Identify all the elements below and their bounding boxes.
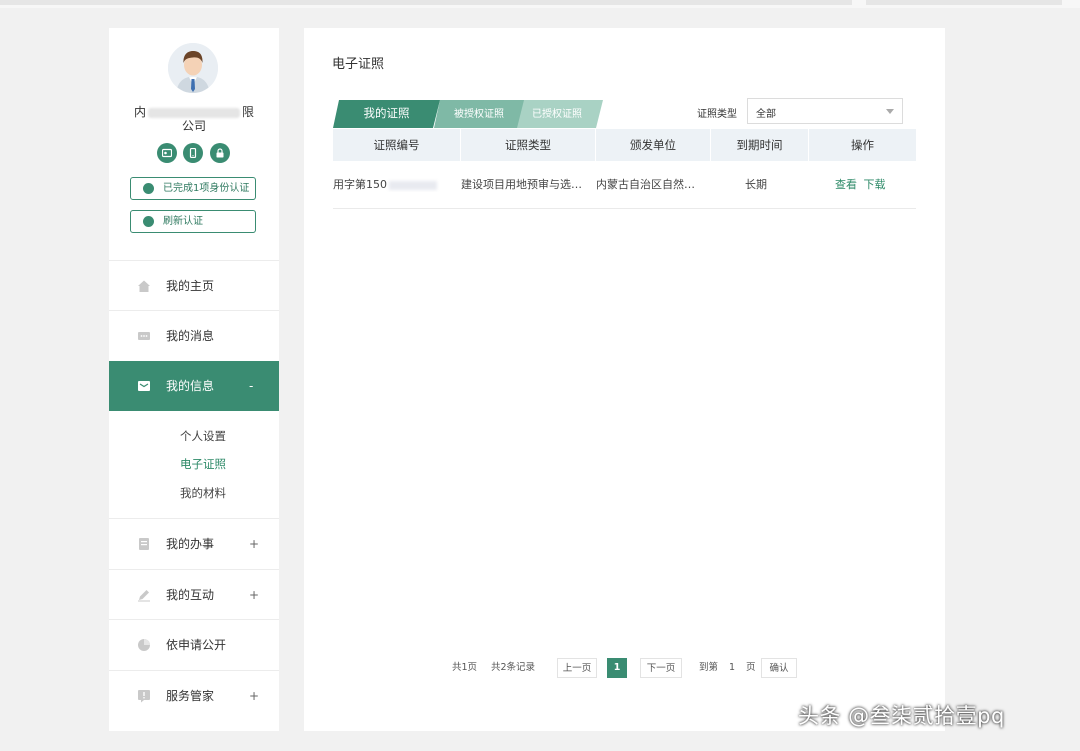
document-icon	[139, 538, 149, 550]
avatar[interactable]	[168, 43, 218, 93]
nav-item-label: 我的互动	[166, 588, 215, 602]
license-type-select[interactable]: 全部	[747, 98, 903, 124]
table-header: 证照编号 证照类型 颁发单位 到期时间 操作	[333, 129, 916, 161]
expand-toggle[interactable]: +	[249, 586, 259, 604]
id-card-icon[interactable]	[157, 143, 177, 163]
column-header: 颁发单位	[596, 129, 711, 161]
home-icon	[138, 280, 150, 292]
license-number: 用字第150	[333, 178, 387, 191]
page-title: 电子证照	[332, 57, 385, 72]
pen-icon	[138, 590, 150, 602]
refresh-verification-label: 刷新认证	[163, 216, 203, 227]
message-icon	[138, 332, 150, 340]
prev-page-button[interactable]: 上一页	[557, 658, 597, 678]
actions-cell: 查看 下载	[835, 176, 895, 192]
refresh-icon	[143, 216, 154, 227]
sub-item-personal-settings[interactable]: 个人设置	[180, 428, 226, 444]
nav-item-service-butler[interactable]: 服务管家 +	[109, 670, 279, 721]
nav-item-label: 服务管家	[166, 689, 215, 703]
nav-item-label: 依申请公开	[166, 638, 227, 652]
column-header: 操作	[851, 138, 874, 152]
identity-verified-button[interactable]: 已完成1项身份认证	[130, 177, 256, 200]
license-type-value: 全部	[756, 109, 776, 120]
identity-verified-label: 已完成1项身份认证	[163, 183, 250, 194]
main-panel: 电子证照 已授权证照 被授权证照 我的证照 证照类型 全部 证照编号 证照类型 …	[304, 28, 945, 731]
next-page-button[interactable]: 下一页	[640, 658, 682, 678]
company-name-line2: 公司	[181, 119, 206, 133]
collapse-toggle[interactable]: -	[249, 377, 253, 395]
nav-item-my-affairs[interactable]: 我的办事 +	[109, 518, 279, 569]
nav-item-label: 我的主页	[166, 279, 215, 293]
watermark: 头条 @叁柒贰拾壹pq	[798, 704, 1005, 728]
expand-toggle[interactable]: +	[249, 535, 259, 553]
mobile-phone-icon[interactable]	[183, 143, 203, 163]
browser-top-bar	[0, 0, 1080, 8]
redacted-text	[389, 180, 437, 190]
company-name-end: 限	[242, 105, 255, 119]
license-number-cell: 用字第150	[333, 176, 461, 192]
nav-item-my-info[interactable]: 我的信息 -	[109, 361, 279, 411]
pie-chart-icon	[138, 639, 150, 651]
redacted-text	[148, 107, 240, 118]
nav-item-label: 我的办事	[166, 537, 215, 551]
goto-page-input[interactable]: 1	[722, 658, 742, 678]
column-header: 到期时间	[711, 129, 809, 161]
goto-prefix: 到第	[699, 662, 719, 673]
sub-item-my-materials[interactable]: 我的材料	[180, 485, 226, 501]
envelope-icon	[138, 381, 150, 391]
nav-item-label: 我的消息	[166, 329, 215, 343]
tab-authorized-licenses[interactable]: 已授权证照	[511, 100, 603, 128]
view-link[interactable]: 查看	[835, 178, 857, 191]
tab-received-licenses[interactable]: 被授权证照	[434, 100, 524, 128]
company-name: 内 限 公司	[109, 105, 279, 133]
column-header: 证照类型	[461, 129, 596, 161]
tab-my-licenses[interactable]: 我的证照	[333, 100, 440, 128]
question-box-icon	[138, 690, 150, 703]
sidebar: 内 限 公司 已完成1项身份认证 刷新认证 我的主页 我的消息 我的信息 - 个人…	[109, 28, 279, 731]
refresh-verification-button[interactable]: 刷新认证	[130, 210, 256, 233]
expiry-cell: 长期	[745, 178, 767, 191]
nav-item-messages[interactable]: 我的消息	[109, 310, 279, 361]
verification-icons	[156, 143, 236, 165]
issuer-cell: 内蒙古自治区自然…	[596, 178, 695, 191]
lock-icon[interactable]	[210, 143, 230, 163]
license-tabs: 已授权证照 被授权证照 我的证照	[333, 100, 613, 128]
check-icon	[143, 183, 154, 194]
sub-item-electronic-license[interactable]: 电子证照	[180, 456, 226, 472]
license-type-label: 证照类型	[697, 109, 737, 120]
current-page-button[interactable]: 1	[607, 658, 627, 678]
goto-suffix: 页	[746, 662, 756, 673]
download-link[interactable]: 下载	[864, 178, 886, 191]
total-pages: 共1页	[452, 662, 478, 673]
chevron-down-icon	[886, 109, 894, 114]
search-bar[interactable]	[866, 0, 1062, 5]
address-bar[interactable]	[0, 0, 852, 5]
table-row: 用字第150 建设项目用地预审与选… 内蒙古自治区自然… 长期 查看 下载	[333, 162, 916, 209]
column-header: 证照编号	[333, 129, 461, 161]
nav-item-interaction[interactable]: 我的互动 +	[109, 569, 279, 620]
nav-item-public-disclosure[interactable]: 依申请公开	[109, 619, 279, 670]
confirm-button[interactable]: 确认	[761, 658, 797, 678]
license-type-cell: 建设项目用地预审与选…	[461, 178, 582, 191]
nav-item-home[interactable]: 我的主页	[109, 260, 279, 311]
total-records: 共2条记录	[491, 662, 536, 673]
expand-toggle[interactable]: +	[249, 687, 259, 705]
nav-item-label: 我的信息	[166, 379, 215, 393]
company-name-start: 内	[133, 105, 146, 119]
